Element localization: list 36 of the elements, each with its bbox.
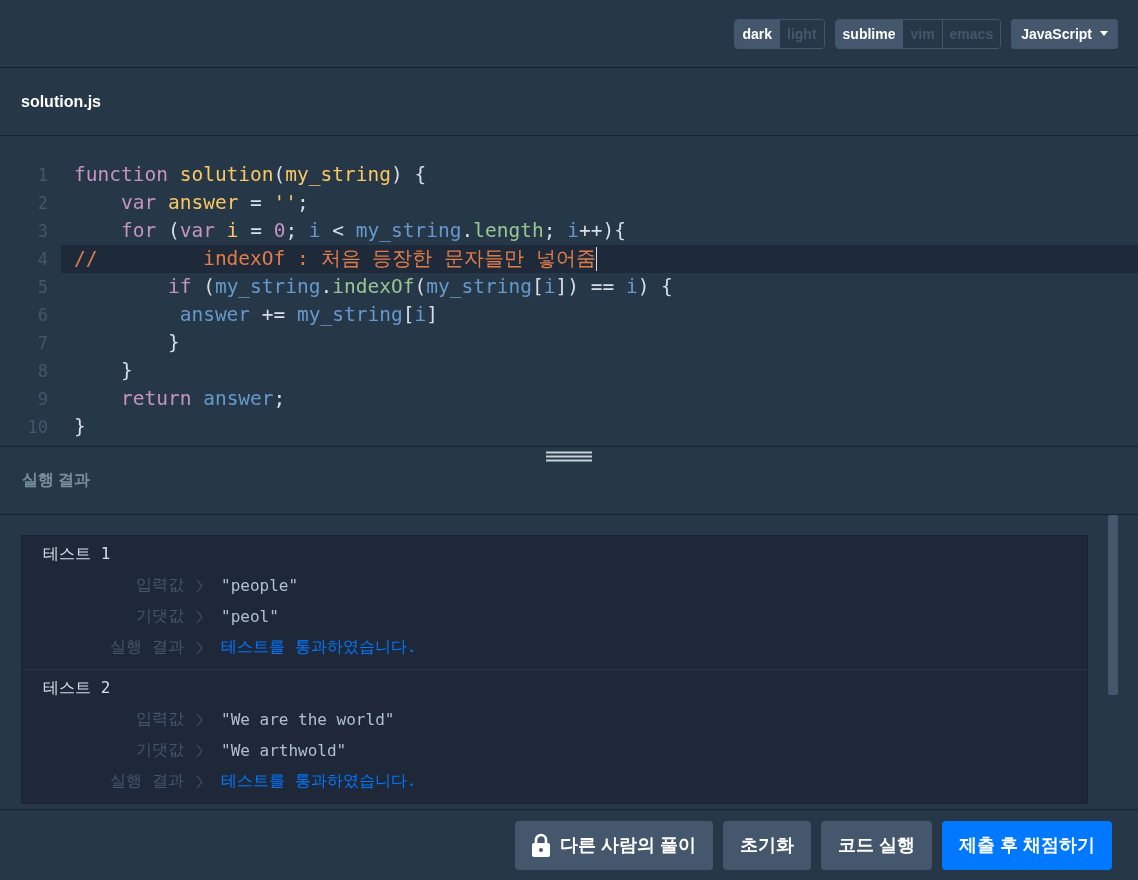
chevron-right-icon <box>196 578 203 593</box>
scrollbar[interactable] <box>1108 515 1118 695</box>
chevron-right-icon <box>196 774 203 789</box>
submit-button[interactable]: 제출 후 채점하기 <box>942 820 1112 870</box>
chevron-right-icon <box>196 609 203 624</box>
chevron-right-icon <box>196 712 203 727</box>
result-value: 테스트를 통과하였습니다. <box>221 771 417 792</box>
theme-toggle[interactable]: dark <box>735 19 779 48</box>
result-value: "peol" <box>221 607 279 626</box>
section-title: 실행 결과 <box>22 470 91 490</box>
code-line: } <box>166 330 181 356</box>
code-line: if (my_string.indexOf(my_string[i]) == i) { <box>166 274 674 300</box>
result-value: "people" <box>221 576 299 595</box>
code-line: } <box>73 414 87 440</box>
chevron-right-icon <box>196 743 203 758</box>
test-title: 테스트 1 <box>42 543 112 565</box>
action-button[interactable]: 코드 실행 <box>820 820 932 870</box>
resize-handle-icon[interactable] <box>546 451 592 463</box>
chevron-right-icon <box>196 640 203 655</box>
action-button[interactable]: 다른 사람의 풀이 <box>514 820 713 870</box>
file-name: solution.js <box>21 92 101 111</box>
test-title: 테스트 2 <box>42 677 112 699</box>
code-line: answer += my_string[i] <box>178 302 439 328</box>
caret-icon <box>1100 31 1108 36</box>
code-line: var answer = ''; <box>119 190 310 216</box>
code-line: } <box>119 358 134 384</box>
result-value: "We are the world" <box>221 710 395 729</box>
language-dropdown[interactable]: JavaScript <box>1011 18 1118 49</box>
result-value: 테스트를 통과하였습니다. <box>221 637 417 658</box>
code-line: function solution(my_string) { <box>73 162 428 188</box>
code-line: return answer; <box>119 386 287 412</box>
lock-icon <box>531 833 550 857</box>
action-button[interactable]: 초기화 <box>722 820 811 870</box>
result-value: "We arthwold" <box>221 741 347 760</box>
code-line: for (var i = 0; i < my_string.length; i++){ <box>119 218 627 244</box>
keymap-toggle[interactable]: sublime <box>835 19 903 48</box>
